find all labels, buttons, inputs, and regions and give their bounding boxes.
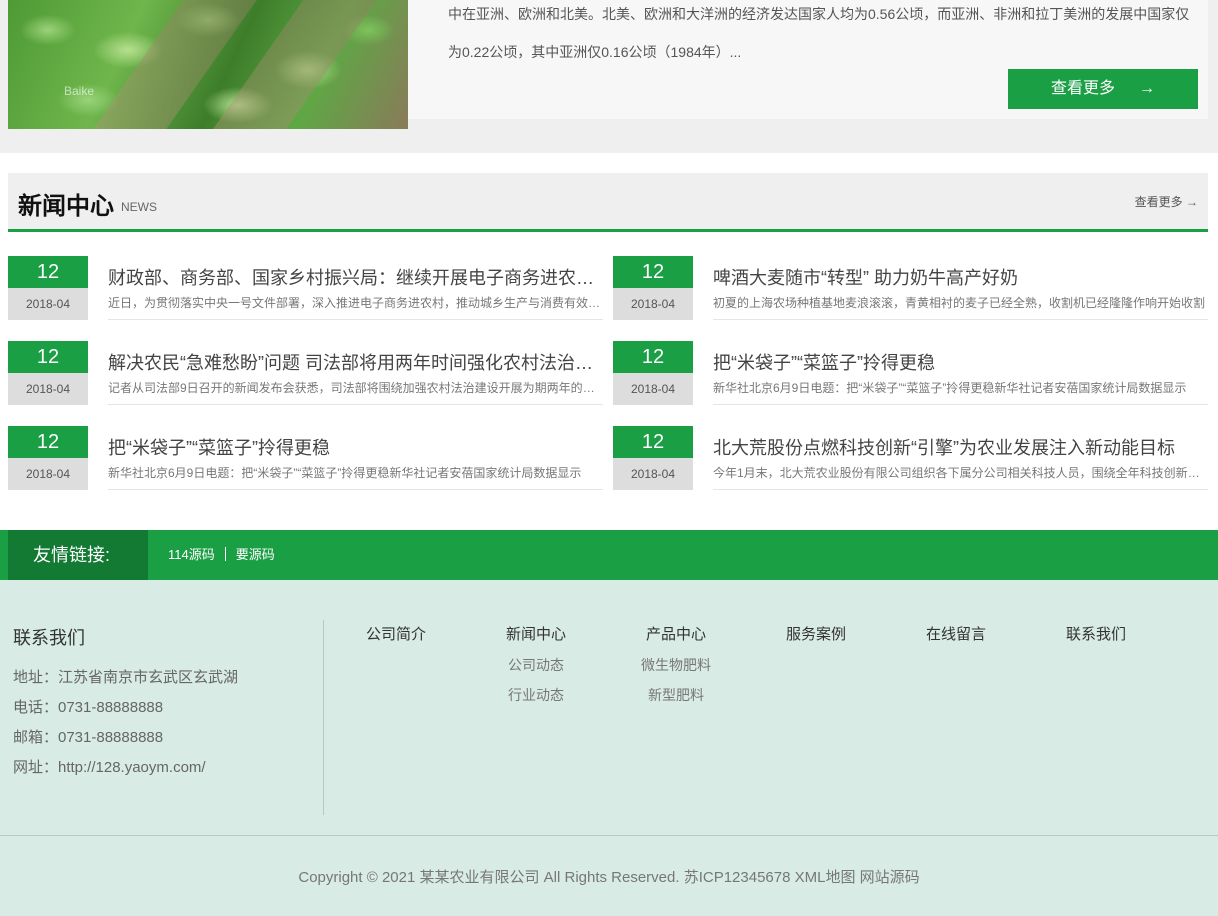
news-item-divider (713, 319, 1208, 320)
news-subtitle: NEWS (121, 200, 157, 214)
news-item-summary: 近日，为贯彻落实中央一号文件部署，深入推进电子商务进农村，推动城乡生产与消费有效… (108, 296, 603, 310)
news-date-month: 2018-04 (8, 373, 88, 405)
news-item-divider (108, 404, 603, 405)
news-item[interactable]: 12 2018-04 解决农民“急难愁盼”问题 司法部将用两年时间强化农村法治建设记… (8, 341, 603, 405)
friend-links-label: 友情链接: (8, 530, 148, 580)
about-text: 中在亚洲、欧洲和北美。北美、欧洲和大洋洲的经济发达国家人均为0.56公顷，而亚洲… (448, 0, 1198, 66)
footer-nav-link[interactable]: 公司简介 (341, 625, 451, 645)
news-item-divider (108, 489, 603, 490)
news-header (8, 173, 1208, 229)
footer-nav-column: 产品中心微生物肥料新型肥料 (621, 625, 731, 705)
news-date-day: 12 (8, 256, 88, 288)
friend-link[interactable]: 114源码 (168, 547, 215, 562)
news-date-month: 2018-04 (613, 458, 693, 490)
news-date-month: 2018-04 (8, 458, 88, 490)
news-date-day: 12 (613, 426, 693, 458)
contact-website: 网址：http://128.yaoym.com/ (13, 759, 206, 776)
footer-nav-link[interactable]: 在线留言 (901, 625, 1011, 645)
footer-nav-column: 在线留言 (901, 625, 1011, 645)
news-item-title[interactable]: 把“米袋子”“菜篮子”拎得更稳 (713, 349, 1208, 375)
news-item-title[interactable]: 解决农民“急难愁盼”问题 司法部将用两年时间强化农村法治建设 (108, 349, 603, 375)
news-item-title[interactable]: 啤酒大麦随市“转型” 助力奶牛高产好奶 (713, 264, 1208, 290)
news-item[interactable]: 12 2018-04 把“米袋子”“菜篮子”拎得更稳新华社北京6月9日电题：把“米袋… (8, 426, 603, 490)
news-date: 12 2018-04 (8, 256, 88, 320)
news-item-divider (108, 319, 603, 320)
news-date-day: 12 (8, 426, 88, 458)
news-item-divider (713, 489, 1208, 490)
footer-nav-column: 公司简介 (341, 625, 451, 645)
news-date: 12 2018-04 (613, 341, 693, 405)
news-item[interactable]: 12 2018-04 把“米袋子”“菜篮子”拎得更稳新华社北京6月9日电题：把“米袋… (613, 341, 1208, 405)
news-date: 12 2018-04 (8, 426, 88, 490)
news-more-link[interactable]: 查看更多 → (1135, 193, 1198, 210)
news-date-day: 12 (8, 341, 88, 373)
footer-nav-column: 联系我们 (1041, 625, 1151, 645)
footer-divider-horizontal (0, 835, 1218, 836)
footer-nav-column: 新闻中心公司动态行业动态 (481, 625, 591, 705)
news-date: 12 2018-04 (613, 256, 693, 320)
news-date-day: 12 (613, 341, 693, 373)
news-date: 12 2018-04 (613, 426, 693, 490)
link-separator (224, 547, 226, 561)
about-more-label: 查看更多 (1050, 80, 1115, 97)
footer-nav-link[interactable]: 联系我们 (1041, 625, 1151, 645)
contact-address: 地址：江苏省南京市玄武区玄武湖 (13, 669, 239, 686)
contact-phone: 电话：0731-88888888 (13, 699, 164, 716)
about-text-line: 中在亚洲、欧洲和北美。北美、欧洲和大洋洲的经济发达国家人均为0.56公顷，而亚洲… (448, 6, 1190, 22)
news-date-month: 2018-04 (613, 373, 693, 405)
news-item-summary: 记者从司法部9日召开的新闻发布会获悉，司法部将围绕加强农村法治建设开展为期两年的… (108, 381, 603, 395)
news-item[interactable]: 122018-04 财政部、商务部、国家乡村振兴局：继续开展电子商务进农村综合示范… (8, 256, 603, 320)
news-title: 新闻中心 (18, 193, 114, 220)
about-more-button[interactable]: 查看更多 → (1008, 69, 1198, 109)
news-item[interactable]: 12 2018-04 北大荒股份点燃科技创新“引擎”为农业发展注入新动能目标今年1月… (613, 426, 1208, 490)
footer-nav-sublink[interactable]: 微生物肥料 (621, 655, 731, 675)
footer-nav-sublink[interactable]: 行业动态 (481, 685, 591, 705)
news-item-title[interactable]: 把“米袋子”“菜篮子”拎得更稳 (108, 434, 603, 460)
news-item-summary: 新华社北京6月9日电题：把“米袋子”“菜篮子”拎得更稳新华社记者安蓓国家统计局数… (108, 466, 582, 480)
news-date-day: 12 (613, 256, 693, 288)
news-item-summary: 新华社北京6月9日电题：把“米袋子”“菜篮子”拎得更稳新华社记者安蓓国家统计局数… (713, 381, 1187, 395)
news-item[interactable]: 12 2018-04 啤酒大麦随市“转型” 助力奶牛高产好奶初夏的上海农场种植基地麦… (613, 256, 1208, 320)
news-date: 12 2018-04 (8, 341, 88, 405)
news-header-underline (8, 229, 1208, 232)
footer-divider-vertical (323, 620, 324, 815)
footer-nav-link[interactable]: 服务案例 (761, 625, 871, 645)
about-text-line: 为0.22公顷，其中亚洲仅0.16公顷（1984年）... (448, 44, 742, 60)
footer-nav-sublink[interactable]: 公司动态 (481, 655, 591, 675)
footer-nav-sublink[interactable]: 新型肥料 (621, 685, 731, 705)
news-item-summary: 今年1月末，北大荒农业股份有限公司组织各下属分公司相关科技人员，围绕全年科技创新… (713, 466, 1208, 480)
news-item-divider (713, 404, 1208, 405)
contact-title: 联系我们 (13, 628, 85, 648)
news-item-summary: 初夏的上海农场种植基地麦浪滚滚，青黄相衬的麦子已经全熟，收割机已经隆隆作响开始收… (713, 296, 1206, 310)
footer-nav-link[interactable]: 新闻中心 (481, 625, 591, 645)
news-date-month: 2018-04 (8, 288, 88, 320)
arrow-right-icon: → (1139, 80, 1155, 97)
footer-nav-column: 服务案例 (761, 625, 871, 645)
footer-nav-link[interactable]: 产品中心 (621, 625, 731, 645)
image-watermark: Baike (64, 84, 95, 98)
copyright: Copyright © 2021 某某农业有限公司 All Rights Res… (298, 869, 920, 886)
crop-field-image: Baike (8, 0, 408, 129)
news-date-month: 2018-04 (613, 288, 693, 320)
friend-links-list: 114源码 要源码 (168, 530, 275, 580)
news-item-title[interactable]: 财政部、商务部、国家乡村振兴局：继续开展电子商务进农村综合示范工作 (108, 264, 603, 290)
friend-link[interactable]: 要源码 (236, 547, 275, 562)
contact-email: 邮箱：0731-88888888 (13, 729, 164, 746)
news-item-title[interactable]: 北大荒股份点燃科技创新“引擎”为农业发展注入新动能目标 (713, 434, 1208, 460)
